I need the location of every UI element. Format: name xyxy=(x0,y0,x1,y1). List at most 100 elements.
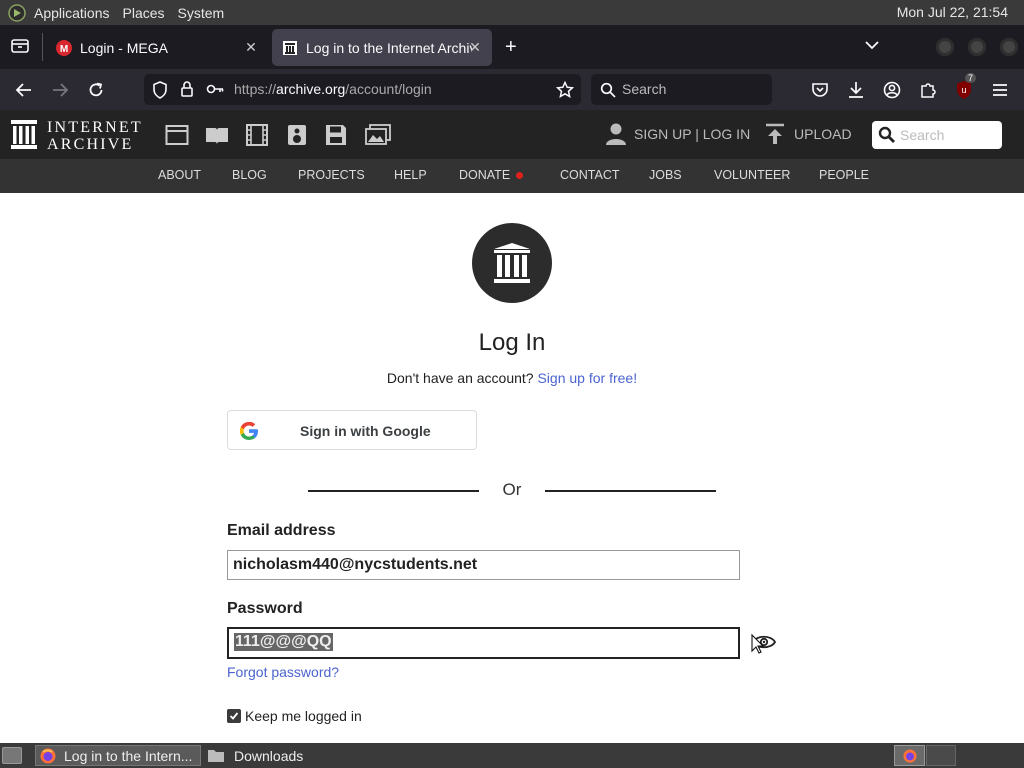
signup-link[interactable]: Sign up for free! xyxy=(537,370,637,386)
firefox-view-icon xyxy=(11,39,29,53)
firefox-icon xyxy=(40,748,56,763)
pocket-button[interactable] xyxy=(807,77,833,103)
workspace-2[interactable] xyxy=(926,745,956,766)
texts-book-icon[interactable] xyxy=(205,124,229,146)
web-archive-icon[interactable] xyxy=(165,124,189,146)
distro-logo-icon[interactable] xyxy=(8,3,26,22)
list-all-tabs-button[interactable] xyxy=(864,39,880,51)
taskbar-item-firefox[interactable]: Log in to the Intern... xyxy=(35,745,201,766)
logo-line-archive: ARCHIVE xyxy=(47,136,134,153)
tab-divider xyxy=(42,33,43,61)
minimize-window-button[interactable] xyxy=(936,38,954,56)
download-icon xyxy=(849,82,863,98)
nav-blog[interactable]: BLOG xyxy=(232,168,267,182)
tab-strip: M Login - MEGA ✕ Log in to the Internet … xyxy=(0,25,1024,69)
web-search-placeholder: Search xyxy=(622,81,667,97)
firefox-view-button[interactable] xyxy=(10,37,30,55)
audio-speaker-icon[interactable] xyxy=(287,124,307,146)
reload-icon xyxy=(89,82,103,97)
nav-jobs[interactable]: JOBS xyxy=(649,168,682,182)
ublock-button[interactable]: u 7 xyxy=(951,73,977,103)
svg-text:M: M xyxy=(60,44,68,55)
tab-title: Log in to the Internet Archive xyxy=(306,39,472,56)
url-path: /account/login xyxy=(345,81,432,97)
ia-search-box[interactable]: Search xyxy=(872,121,1002,149)
page-title: Log In xyxy=(478,329,546,356)
forward-button[interactable] xyxy=(47,77,73,103)
forgot-password-link[interactable]: Forgot password? xyxy=(227,664,339,680)
nav-about[interactable]: ABOUT xyxy=(158,168,201,182)
menu-system[interactable]: System xyxy=(178,5,225,21)
panel-clock[interactable]: Mon Jul 22, 21:54 xyxy=(897,4,1008,20)
keep-logged-in-option[interactable]: Keep me logged in xyxy=(227,708,362,724)
taskbar-item-downloads[interactable]: Downloads xyxy=(205,745,355,766)
signup-login-link[interactable]: SIGN UP | LOG IN xyxy=(634,126,750,142)
archive-logo-circle xyxy=(472,223,552,303)
tab-title: Login - MEGA xyxy=(80,39,168,56)
top-panel: Applications Places System Mon Jul 22, 2… xyxy=(0,0,1024,25)
new-tab-button[interactable]: + xyxy=(505,37,517,57)
maximize-window-button[interactable] xyxy=(968,38,986,56)
extensions-button[interactable] xyxy=(915,77,941,103)
software-floppy-icon[interactable] xyxy=(325,124,347,146)
url-bar[interactable]: https://archive.org/account/login xyxy=(144,74,581,105)
divider-line-right xyxy=(545,490,716,492)
nav-projects[interactable]: PROJECTS xyxy=(298,168,365,182)
tab-login-mega[interactable]: M Login - MEGA ✕ xyxy=(46,29,268,66)
login-page: Log In Don't have an account? Sign up fo… xyxy=(0,193,1024,743)
video-film-icon[interactable] xyxy=(245,124,269,146)
svg-text:u: u xyxy=(961,85,966,95)
password-field[interactable]: 111@@@QQ xyxy=(227,627,740,659)
bookmark-star-icon[interactable] xyxy=(556,81,574,99)
ia-search-placeholder: Search xyxy=(900,127,945,143)
user-icon[interactable] xyxy=(605,122,627,146)
checkmark-icon xyxy=(229,712,239,720)
google-signin-button[interactable]: Sign in with Google xyxy=(227,410,477,450)
extension-badge: 7 xyxy=(965,73,977,83)
images-icon[interactable] xyxy=(365,124,391,146)
tab-close-icon[interactable]: ✕ xyxy=(466,38,484,56)
account-button[interactable] xyxy=(879,77,905,103)
downloads-button[interactable] xyxy=(843,77,869,103)
tab-close-icon[interactable]: ✕ xyxy=(242,38,260,56)
show-password-eye-icon[interactable] xyxy=(750,632,778,654)
nav-contact[interactable]: CONTACT xyxy=(560,168,620,182)
ia-logo-text: INTERNET ARCHIVE xyxy=(47,119,143,153)
taskbar-item-title: Downloads xyxy=(234,747,304,764)
ia-top-bar: INTERNET ARCHIVE SIGN UP | LOG IN UPLOAD… xyxy=(0,110,1024,159)
nav-donate[interactable]: DONATE xyxy=(459,168,510,182)
nav-people[interactable]: PEOPLE xyxy=(819,168,869,182)
menu-places[interactable]: Places xyxy=(123,5,165,21)
archive-favicon-icon xyxy=(283,40,297,55)
no-account-text: Don't have an account? xyxy=(386,370,534,386)
archive-building-icon xyxy=(494,243,530,283)
url-text[interactable]: https://archive.org/account/login xyxy=(234,81,432,97)
ia-sub-nav: ABOUT BLOG PROJECTS HELP DONATE CONTACT … xyxy=(0,159,1024,193)
donate-heart-dot xyxy=(516,172,523,179)
search-icon xyxy=(878,126,895,143)
key-icon[interactable] xyxy=(206,82,224,96)
signup-prompt: Don't have an account? Sign up for free! xyxy=(0,370,1024,386)
tab-internet-archive[interactable]: Log in to the Internet Archive ✕ xyxy=(272,29,492,66)
app-menu-button[interactable] xyxy=(987,77,1013,103)
email-value: nicholasm440@nycstudents.net xyxy=(233,556,478,573)
show-desktop-button[interactable] xyxy=(2,747,22,764)
keep-logged-in-checkbox[interactable] xyxy=(227,709,241,723)
shield-icon[interactable] xyxy=(152,81,168,99)
or-separator: Or xyxy=(502,480,522,499)
reload-button[interactable] xyxy=(83,77,109,103)
back-button[interactable] xyxy=(11,77,37,103)
menu-applications[interactable]: Applications xyxy=(34,5,110,21)
hamburger-menu-icon xyxy=(993,84,1007,96)
upload-link[interactable]: UPLOAD xyxy=(794,126,852,142)
web-search-box[interactable]: Search xyxy=(591,74,772,105)
close-window-button[interactable] xyxy=(1000,38,1018,56)
upload-icon[interactable] xyxy=(765,123,785,145)
navigation-toolbar: https://archive.org/account/login Search… xyxy=(0,69,1024,110)
nav-help[interactable]: HELP xyxy=(394,168,427,182)
archive-building-icon xyxy=(11,120,37,149)
email-field[interactable]: nicholasm440@nycstudents.net xyxy=(227,550,740,580)
nav-volunteer[interactable]: VOLUNTEER xyxy=(714,168,790,182)
lock-icon[interactable] xyxy=(180,80,194,98)
workspace-switcher[interactable] xyxy=(894,745,925,766)
